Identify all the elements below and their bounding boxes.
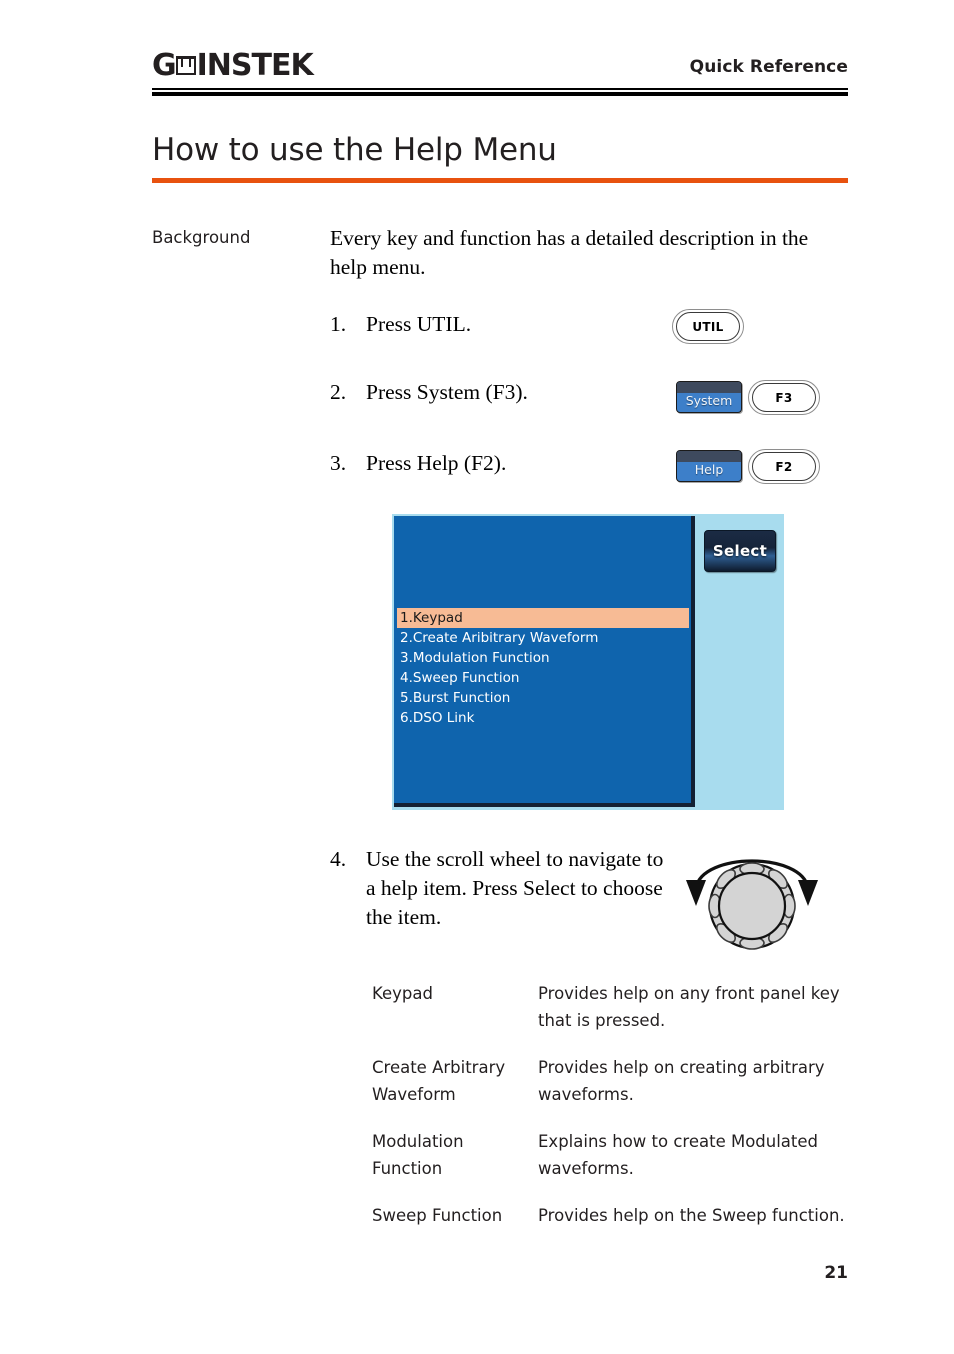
step-3-text: Press Help (F2). xyxy=(366,451,507,475)
step-2-text: Press System (F3). xyxy=(366,380,528,404)
document-page: G INSTEK Quick Reference How to use the H… xyxy=(0,0,954,1354)
page-number: 21 xyxy=(824,1263,848,1283)
desc-term: Sweep Function xyxy=(372,1206,503,1225)
logo-instek-text: INSTEK xyxy=(196,48,314,83)
f2-key[interactable]: F2 xyxy=(748,449,820,484)
desc-term: Create Arbitrary Waveform xyxy=(372,1058,506,1104)
help-item-description-table: Keypad Provides help on any front panel … xyxy=(372,980,850,1249)
header-rule xyxy=(152,88,848,96)
f3-key[interactable]: F3 xyxy=(748,380,820,415)
header-title: Quick Reference xyxy=(689,57,848,77)
system-softkey[interactable]: System xyxy=(676,381,742,413)
desc-definition: Explains how to create Modulated wavefor… xyxy=(538,1132,819,1178)
step-1: 1. Press UTIL. xyxy=(330,310,650,339)
system-softkey-label: System xyxy=(685,393,733,408)
step-2: 2. Press System (F3). xyxy=(330,378,650,407)
step-4: 4. Use the scroll wheel to navigate to a… xyxy=(330,845,670,932)
f2-key-label: F2 xyxy=(775,459,793,474)
desc-term: Modulation Function xyxy=(372,1132,464,1178)
util-key-label: UTIL xyxy=(692,319,724,334)
step-1-text: Press UTIL. xyxy=(366,312,472,336)
table-row: Keypad Provides help on any front panel … xyxy=(372,980,850,1034)
gwinstek-logo: G INSTEK xyxy=(152,48,314,83)
step-3: 3. Press Help (F2). xyxy=(330,449,650,478)
step-4-text: Use the scroll wheel to navigate to a he… xyxy=(366,847,664,929)
scroll-wheel-figure xyxy=(676,844,828,954)
step-4-number: 4. xyxy=(330,847,347,871)
title-accent-rule xyxy=(152,178,848,183)
help-softkey[interactable]: Help xyxy=(676,450,742,482)
step-2-number: 2. xyxy=(330,380,347,404)
desc-definition: Provides help on any front panel key tha… xyxy=(538,984,840,1030)
step-3-number: 3. xyxy=(330,451,347,475)
background-label: Background xyxy=(152,228,251,247)
step-1-number: 1. xyxy=(330,312,347,336)
screen-main-area: 1.Keypad 2.Create Aribitrary Waveform 3.… xyxy=(394,516,695,807)
util-key[interactable]: UTIL xyxy=(672,309,744,344)
softkey-band xyxy=(677,382,741,393)
desc-definition: Provides help on the Sweep function. xyxy=(538,1206,845,1225)
help-menu-item[interactable]: 5.Burst Function xyxy=(397,688,689,708)
logo-gw-text: G xyxy=(152,48,177,83)
background-text: Every key and function has a detailed de… xyxy=(330,226,809,279)
softkey-band xyxy=(677,451,741,462)
table-row: Modulation Function Explains how to crea… xyxy=(372,1128,850,1182)
help-softkey-label: Help xyxy=(694,462,724,477)
select-button[interactable]: Select xyxy=(704,530,776,572)
desc-term: Keypad xyxy=(372,984,433,1003)
help-menu-item[interactable]: 1.Keypad xyxy=(397,608,689,628)
select-button-label: Select xyxy=(712,542,768,560)
help-menu-item[interactable]: 4.Sweep Function xyxy=(397,668,689,688)
help-menu-item[interactable]: 6.DSO Link xyxy=(397,708,689,728)
desc-definition: Provides help on creating arbitrary wave… xyxy=(538,1058,825,1104)
instrument-screen-figure: 1.Keypad 2.Create Aribitrary Waveform 3.… xyxy=(392,514,784,810)
f3-key-label: F3 xyxy=(775,390,793,405)
page-title: How to use the Help Menu xyxy=(152,132,557,168)
table-row: Create Arbitrary Waveform Provides help … xyxy=(372,1054,850,1108)
help-menu-item[interactable]: 3.Modulation Function xyxy=(397,648,689,668)
help-menu-list: 1.Keypad 2.Create Aribitrary Waveform 3.… xyxy=(397,608,689,728)
table-row: Sweep Function Provides help on the Swee… xyxy=(372,1202,850,1229)
help-menu-item[interactable]: 2.Create Aribitrary Waveform xyxy=(397,628,689,648)
scroll-wheel-icon xyxy=(686,859,818,950)
logo-w-glyph xyxy=(175,55,196,77)
